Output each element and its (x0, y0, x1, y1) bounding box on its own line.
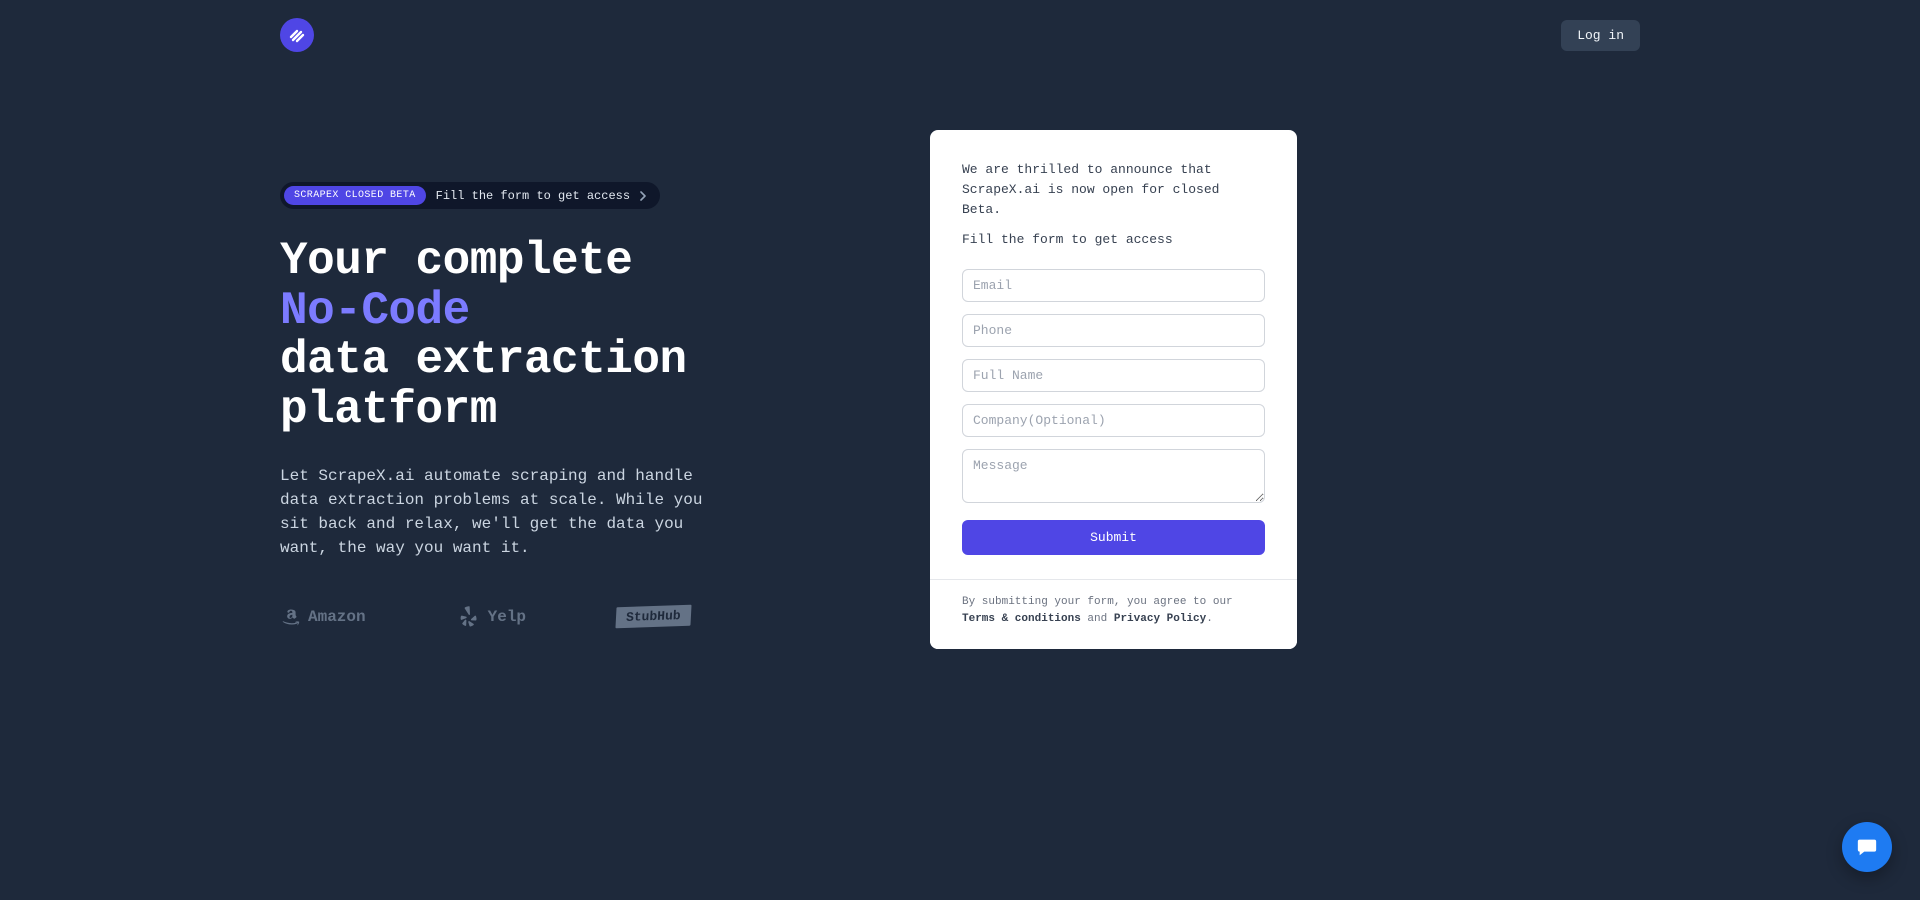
legal-suffix: . (1206, 613, 1213, 625)
headline-line3: data extraction platform (280, 334, 687, 436)
legal-prefix: By submitting your form, you agree to ou… (962, 596, 1233, 608)
main-content: SCRAPEX CLOSED BETA Fill the form to get… (0, 70, 1920, 649)
card-footer: By submitting your form, you agree to ou… (930, 579, 1297, 648)
brand-stubhub: StubHub (616, 606, 691, 627)
page-headline: Your complete No-Code data extraction pl… (280, 237, 840, 436)
card-intro-text: We are thrilled to announce that ScrapeX… (962, 160, 1265, 220)
phone-field[interactable] (962, 314, 1265, 347)
hero-subtext: Let ScrapeX.ai automate scraping and han… (280, 464, 740, 560)
company-field[interactable] (962, 404, 1265, 437)
headline-accent: No-Code (280, 285, 470, 337)
beta-badge-text: Fill the form to get access (436, 189, 630, 203)
brand-amazon-label: Amazon (308, 608, 366, 626)
brand-amazon: Amazon (280, 606, 366, 628)
hero-right: We are thrilled to announce that ScrapeX… (930, 130, 1297, 649)
brand-yelp-label: Yelp (488, 608, 526, 626)
brand-row: Amazon Yelp StubHub (280, 604, 840, 630)
beta-badge-row[interactable]: SCRAPEX CLOSED BETA Fill the form to get… (280, 182, 660, 209)
submit-button[interactable]: Submit (962, 520, 1265, 555)
chat-icon (1856, 836, 1878, 858)
message-field[interactable] (962, 449, 1265, 503)
signup-card-body: We are thrilled to announce that ScrapeX… (930, 130, 1297, 579)
yelp-icon (456, 604, 482, 630)
chat-fab-button[interactable] (1842, 822, 1892, 872)
signup-card: We are thrilled to announce that ScrapeX… (930, 130, 1297, 649)
terms-link[interactable]: Terms & conditions (962, 613, 1081, 625)
site-header: Log in (0, 0, 1920, 70)
brand-stubhub-label: StubHub (615, 605, 691, 629)
legal-and: and (1081, 613, 1114, 625)
email-field[interactable] (962, 269, 1265, 302)
beta-pill: SCRAPEX CLOSED BETA (284, 186, 426, 205)
fullname-field[interactable] (962, 359, 1265, 392)
headline-line1: Your complete (280, 235, 632, 287)
chevron-right-icon (638, 191, 648, 201)
privacy-link[interactable]: Privacy Policy (1114, 613, 1206, 625)
login-button[interactable]: Log in (1561, 20, 1640, 51)
hero-left: SCRAPEX CLOSED BETA Fill the form to get… (280, 130, 840, 649)
amazon-icon (280, 606, 302, 628)
logo-icon[interactable] (280, 18, 314, 52)
card-sub-text: Fill the form to get access (962, 232, 1265, 247)
brand-yelp: Yelp (456, 604, 526, 630)
